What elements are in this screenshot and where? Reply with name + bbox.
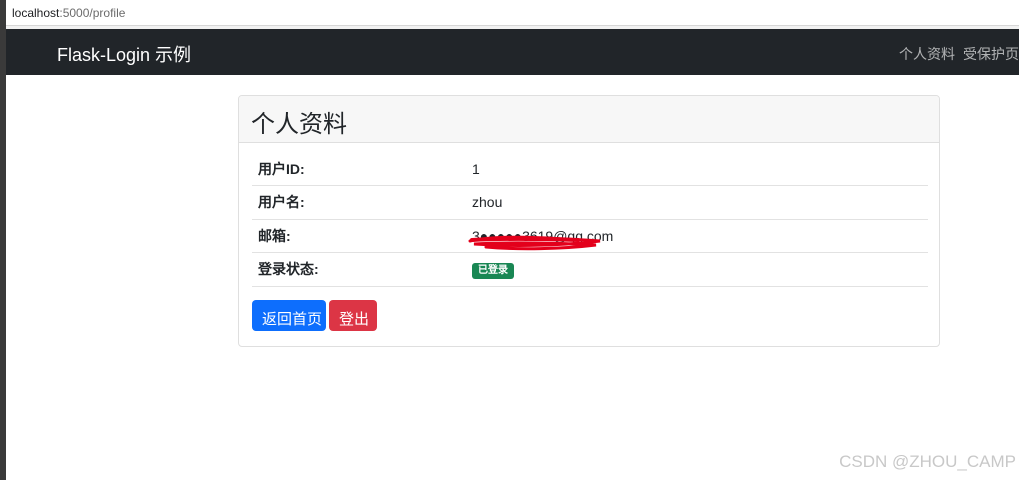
login-status-cell: 已登录 [472, 252, 928, 287]
logout-button[interactable]: 登出 [329, 299, 377, 331]
redaction-scribble [468, 235, 601, 250]
email-label: 邮箱: [252, 219, 472, 253]
table-row: 邮箱: 3●●●●●3619@qq.com [252, 219, 928, 253]
url-host: localhost [12, 6, 60, 20]
card-title: 个人资料 [239, 96, 939, 143]
user-id-value: 1 [472, 152, 928, 186]
navbar-brand[interactable]: Flask-Login 示例 [57, 41, 191, 67]
table-row: 用户ID: 1 [252, 152, 928, 186]
card-body: 用户ID: 1 用户名: zhou 邮箱: 3●●●●●3619@qq.com [239, 143, 939, 331]
card-actions: 返回首页 登出 [252, 299, 926, 331]
login-status-label: 登录状态: [252, 252, 472, 287]
email-value-cell: 3●●●●●3619@qq.com [468, 219, 928, 253]
status-badge: 已登录 [472, 262, 514, 279]
email-value-wrap: 3●●●●●3619@qq.com [468, 228, 613, 250]
url-path: :5000/profile [59, 6, 126, 20]
address-bar[interactable]: localhost:5000/profile [6, 0, 1019, 26]
navbar-links: 个人资料 受保护页 [891, 44, 1019, 64]
user-id-label: 用户ID: [252, 152, 472, 186]
watermark: CSDN @ZHOU_CAMP [839, 452, 1016, 471]
navbar: Flask-Login 示例 个人资料 受保护页 [6, 29, 1019, 75]
profile-table: 用户ID: 1 用户名: zhou 邮箱: 3●●●●●3619@qq.com [252, 152, 928, 287]
username-label: 用户名: [252, 185, 472, 220]
nav-link-profile[interactable]: 个人资料 [899, 46, 955, 62]
table-row: 用户名: zhou [252, 185, 928, 220]
table-row: 登录状态: 已登录 [252, 252, 928, 287]
back-home-button[interactable]: 返回首页 [252, 299, 326, 331]
nav-link-protected[interactable]: 受保护页 [963, 46, 1019, 62]
profile-card: 个人资料 用户ID: 1 用户名: zhou 邮箱: 3●●●●●3619@qq… [238, 95, 940, 347]
username-value: zhou [472, 185, 928, 220]
